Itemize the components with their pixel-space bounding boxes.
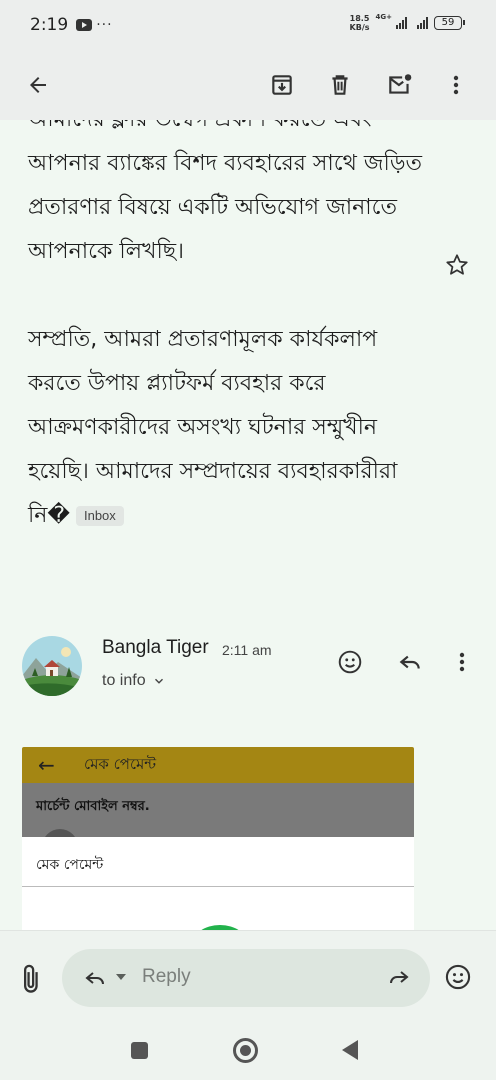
recipients-toggle[interactable]: to info	[102, 672, 166, 690]
chevron-down-icon	[154, 678, 163, 684]
reply-bar: Reply	[0, 930, 496, 1022]
more-notifications-icon: ···	[96, 17, 113, 33]
network-type: 4G+	[375, 13, 392, 21]
back-arrow-icon	[30, 77, 46, 93]
net-speed-unit: KB/s	[349, 23, 370, 32]
reply-mode-button[interactable]	[82, 966, 108, 994]
reply-icon	[399, 655, 420, 669]
notification-icons: ···	[76, 17, 112, 33]
email-paragraph-text: সম্প্রতি, আমরা প্রতারণামূলক কার্যকলাপ কর…	[28, 327, 398, 528]
email-paragraph: আমাদের ফ্লার উদ্বেগ প্রকাশ করতে এবং আপনা…	[28, 120, 423, 264]
sender-name: Bangla Tiger	[102, 637, 209, 658]
emoji-button[interactable]	[444, 963, 474, 993]
back-icon[interactable]	[342, 1040, 358, 1060]
email-paragraph-2: সম্প্রতি, আমরা প্রতারণামূলক কার্যকলাপ কর…	[28, 318, 428, 538]
attachment-panel: মেক পেমেন্ট	[22, 837, 414, 887]
message-more-button[interactable]	[446, 646, 478, 678]
home-icon[interactable]	[233, 1038, 258, 1063]
emoji-icon	[338, 650, 362, 674]
image-attachment[interactable]: ← মেক পেমেন্ট মার্চেন্ট মোবাইল নম্বর. মে…	[22, 747, 414, 937]
reply-placeholder: Reply	[142, 966, 191, 987]
inbox-label-chip[interactable]: Inbox	[75, 506, 124, 526]
more-vert-icon	[459, 652, 465, 672]
attach-button[interactable]	[18, 963, 46, 995]
reply-dropdown-icon[interactable]	[116, 974, 126, 980]
back-button[interactable]	[18, 65, 58, 105]
delete-button[interactable]	[320, 65, 360, 105]
forward-button[interactable]	[386, 965, 412, 993]
archive-button[interactable]	[262, 65, 302, 105]
status-right: 18.5 KB/s 4G+ 59	[350, 13, 465, 32]
reply-button[interactable]	[394, 646, 426, 678]
delete-icon	[332, 75, 348, 95]
star-icon	[446, 254, 468, 275]
net-speed: 18.5 KB/s	[350, 14, 370, 32]
email-text: আমাদের ফ্লার উদ্বেগ প্রকাশ করতে এবং আপনা…	[28, 120, 428, 538]
forward-icon	[390, 971, 409, 984]
mark-unread-icon	[389, 74, 412, 94]
status-time: 2:19	[30, 15, 69, 35]
attachment-overlay: মার্চেন্ট মোবাইল নম্বর.	[22, 783, 414, 849]
signal-icon	[417, 17, 428, 29]
avatar[interactable]	[22, 636, 82, 696]
attachment-back-icon: ←	[38, 753, 55, 777]
status-bar: 2:19 ··· 18.5 KB/s 4G+ 59	[0, 0, 496, 50]
email-body: আমাদের ফ্লার উদ্বেগ প্রকাশ করতে এবং আপনা…	[0, 120, 496, 600]
landscape-avatar-icon	[22, 636, 82, 696]
more-vert-icon	[453, 75, 459, 95]
recents-icon[interactable]	[131, 1042, 148, 1059]
system-nav-bar	[0, 1022, 496, 1080]
attach-icon	[24, 964, 38, 993]
star-button[interactable]	[444, 252, 474, 282]
react-emoji-button[interactable]	[334, 646, 366, 678]
battery-icon: 59	[434, 16, 465, 30]
recipient-label: to info	[102, 672, 146, 689]
mark-unread-button[interactable]	[380, 65, 420, 105]
toolbar	[0, 50, 496, 120]
reply-arrow-icon	[85, 972, 104, 985]
more-options-button[interactable]	[436, 65, 476, 105]
sent-time: 2:11 am	[222, 642, 272, 658]
message-header: Bangla Tiger 2:11 am to info	[0, 630, 496, 700]
attachment-header-title: মেক পেমেন্ট	[84, 754, 157, 773]
signal-icon	[396, 17, 407, 29]
youtube-icon	[76, 19, 93, 31]
attachment-app-header: ← মেক পেমেন্ট	[22, 747, 414, 783]
net-speed-value: 18.5	[349, 14, 370, 23]
reply-input[interactable]: Reply	[62, 949, 430, 1007]
emoji-icon	[445, 964, 471, 990]
attachment-panel-title: মেক পেমেন্ট	[36, 857, 104, 873]
archive-icon	[272, 75, 292, 95]
attachment-merchant-label: মার্চেন্ট মোবাইল নম্বর.	[36, 799, 150, 814]
